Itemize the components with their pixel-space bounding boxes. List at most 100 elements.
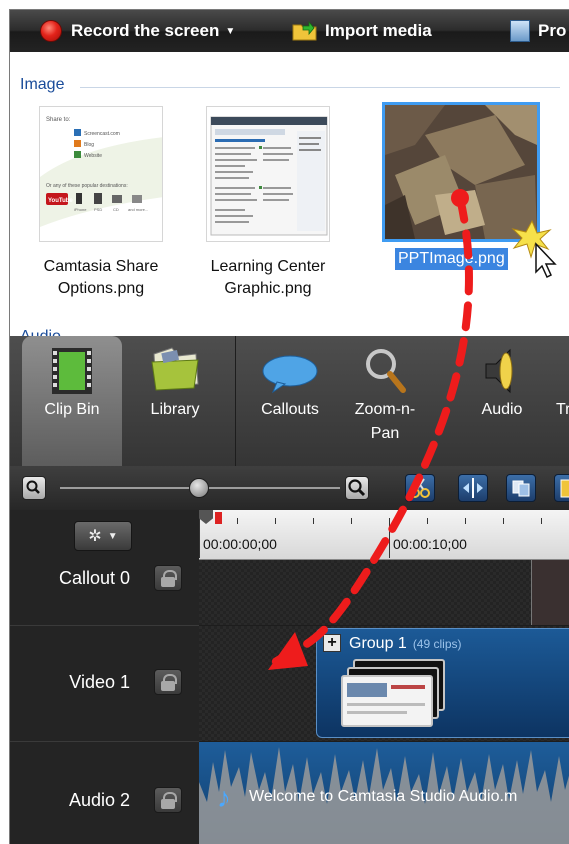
ruler-tick	[389, 518, 390, 558]
thumbnail-name-line: Options.png	[57, 280, 145, 297]
svg-text:PSD: PSD	[94, 207, 102, 212]
music-note-icon: ♪	[217, 782, 231, 813]
lock-icon[interactable]	[154, 565, 182, 591]
track-header-video-1: Video 1	[10, 625, 199, 741]
chevron-down-icon: ▼	[107, 530, 118, 542]
thumbnail-name-line: Graphic.png	[224, 280, 312, 297]
image-section-heading: Image	[20, 76, 65, 93]
timeline-toolbar	[10, 466, 569, 510]
camtasia-window: Record the screen ▼ Import media Pro Ima…	[9, 9, 569, 844]
magnifier-icon	[363, 346, 407, 401]
tab-label: Library	[150, 401, 200, 418]
playhead[interactable]	[199, 510, 213, 524]
svg-text:iPhone: iPhone	[74, 207, 87, 212]
timecode: 00:00:10;00	[393, 536, 467, 552]
ruler-tick	[313, 518, 314, 524]
clip-bin-panel: Image Share to: Screencast.com Blog Webs…	[10, 52, 569, 345]
group-clip[interactable]: + Group 1 (49 clips)	[316, 628, 569, 738]
film-icon	[50, 346, 94, 401]
zoom-slider-thumb[interactable]	[189, 478, 209, 498]
tab-library[interactable]: Library	[125, 336, 225, 466]
task-tabs: Clip Bin Library Callouts Zoom-n- Pan Au…	[10, 336, 569, 466]
chevron-down-icon: ▼	[225, 25, 236, 37]
thumbnail-name: Camtasia Share Options.png	[24, 256, 178, 300]
cut-button[interactable]	[405, 474, 435, 502]
ruler-tick	[275, 518, 276, 524]
tab-label: Callouts	[261, 401, 319, 418]
playhead-marker	[215, 512, 222, 524]
timeline-settings-button[interactable]: ✲ ▼	[74, 521, 132, 551]
svg-text:and more...: and more...	[128, 207, 148, 212]
tab-callouts[interactable]: Callouts	[250, 336, 330, 466]
zoom-in-icon	[348, 479, 366, 497]
lock-icon[interactable]	[154, 787, 182, 813]
group-name: Group 1	[349, 635, 407, 652]
ruler-tick	[465, 518, 466, 524]
audio-clip[interactable]: ♪ Welcome to Camtasia Studio Audio.m	[199, 742, 569, 844]
thumbnail-camtasia-share-options[interactable]: Share to: Screencast.com Blog Website Or…	[39, 106, 163, 242]
track-header-callout-0: Callout 0	[10, 560, 199, 625]
lock-icon[interactable]	[154, 669, 182, 695]
ruler-tick	[237, 518, 238, 524]
track-name: Audio 2	[68, 790, 130, 810]
section-divider	[80, 87, 560, 88]
tab-clip-bin[interactable]: Clip Bin	[22, 336, 122, 466]
stack-card-thumbnail	[341, 675, 433, 727]
tab-label: Zoom-n- Pan	[354, 401, 416, 442]
record-screen-button[interactable]: Record the screen ▼	[40, 10, 235, 52]
thumbnail-pptimage[interactable]	[382, 102, 540, 242]
ruler-tick	[351, 518, 352, 524]
split-button[interactable]	[458, 474, 488, 502]
thumbnail-name-line: Camtasia Share	[43, 258, 159, 275]
folder-import-icon	[292, 20, 318, 41]
speaker-icon	[482, 346, 522, 401]
zoom-out-button[interactable]	[22, 476, 46, 500]
library-folder-icon	[148, 346, 202, 397]
split-icon	[463, 478, 483, 498]
zoom-out-icon	[26, 480, 40, 494]
copy-button[interactable]	[506, 474, 536, 502]
expand-group-button[interactable]: +	[323, 634, 341, 652]
produce-button[interactable]: Pro	[510, 10, 566, 52]
timeline-ruler[interactable]: 00:00:00;00 00:00:10;00	[199, 510, 569, 560]
selected-file-name[interactable]: PPTImage.png	[395, 248, 508, 270]
tab-transitions[interactable]: Tr	[550, 336, 569, 466]
tab-separator	[235, 336, 236, 466]
copy-icon	[512, 480, 530, 497]
tab-label: Tr	[556, 401, 569, 418]
zoom-in-button[interactable]	[345, 476, 369, 500]
tab-zoom-n-pan[interactable]: Zoom-n- Pan	[352, 336, 418, 466]
import-media-button[interactable]: Import media	[292, 10, 432, 52]
audio-clip-name: Welcome to Camtasia Studio Audio.m	[249, 788, 518, 805]
import-media-label: Import media	[325, 21, 432, 40]
timecode: 00:00:00;00	[203, 536, 277, 552]
record-label: Record the screen	[71, 21, 220, 40]
group-title: Group 1 (49 clips)	[349, 635, 462, 653]
track-name: Video 1	[69, 672, 130, 692]
track-header-audio-2: Audio 2	[10, 741, 199, 844]
cut-icon	[410, 478, 430, 498]
tab-label: Audio	[481, 401, 523, 418]
callout-clip[interactable]	[531, 560, 569, 625]
produce-label: Pro	[538, 21, 567, 40]
ruler-tick	[199, 518, 200, 558]
main-toolbar: Record the screen ▼ Import media Pro	[10, 10, 569, 52]
paste-button[interactable]	[554, 474, 569, 502]
svg-text:CD: CD	[113, 207, 119, 212]
tab-audio[interactable]: Audio	[472, 336, 532, 466]
record-icon	[40, 20, 62, 42]
ruler-tick	[541, 518, 542, 524]
track-headers: ✲ ▼ Callout 0 Video 1 Audio 2	[10, 510, 199, 844]
svg-text:Share to:: Share to:	[46, 117, 71, 123]
group-clip-count: (49 clips)	[412, 637, 462, 651]
thumbnail-name-line: Learning Center	[210, 258, 326, 275]
ruler-tick	[427, 518, 428, 524]
timeline-area: 00:00:00;00 00:00:10;00 + Group 1 (49 cli…	[199, 510, 569, 844]
svg-text:Blog: Blog	[84, 142, 94, 148]
ruler-tick	[503, 518, 504, 524]
thumbnail-name: Learning Center Graphic.png	[191, 256, 345, 300]
lane-callout-0[interactable]	[199, 560, 569, 625]
callout-bubble-icon	[261, 354, 319, 399]
track-name: Callout 0	[58, 568, 130, 588]
thumbnail-learning-center-graphic[interactable]	[206, 106, 330, 242]
